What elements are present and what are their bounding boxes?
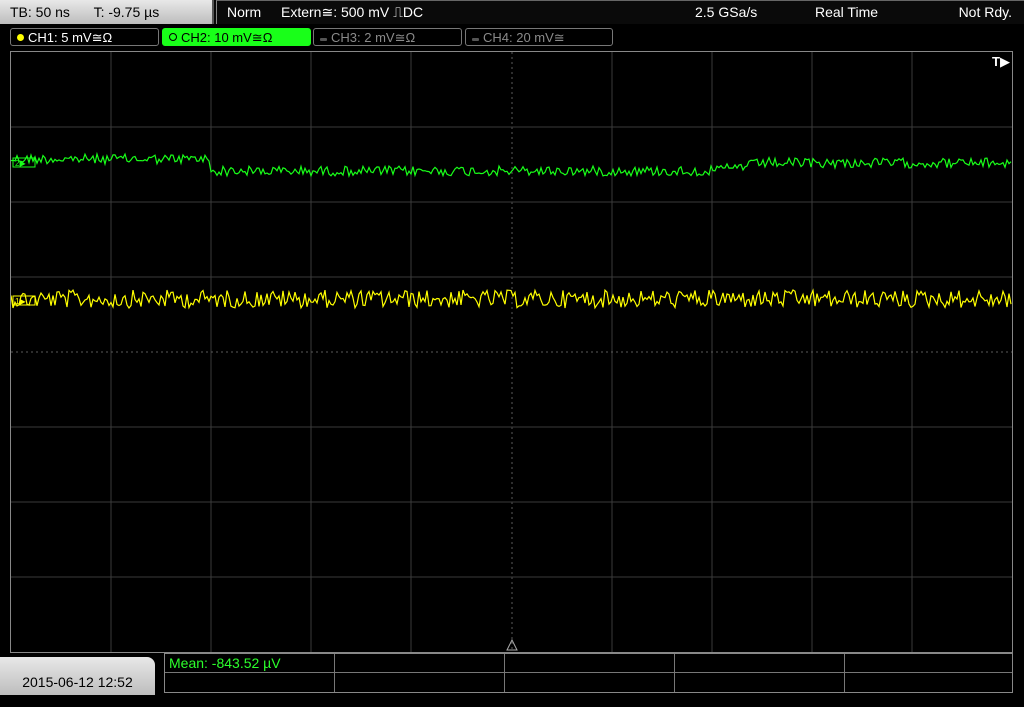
waveform-canvas: 2▶ 1▶	[11, 52, 1012, 652]
footer: 2015-06-12 12:52 Mean: -843.52 µV	[0, 653, 1024, 695]
ch2-ground-marker[interactable]: 2▶	[12, 157, 36, 168]
ch3-label: CH3: 2 mV≅Ω	[331, 30, 416, 45]
measurement-cell	[845, 673, 1012, 692]
sample-rate: 2.5 GSa/s	[695, 4, 758, 20]
measurement-cell	[335, 654, 505, 673]
ch3-indicator-icon	[320, 38, 327, 41]
waveform-display[interactable]: 2▶ 1▶	[10, 51, 1013, 653]
datetime-box: 2015-06-12 12:52	[0, 657, 155, 695]
measurement-cell	[675, 673, 845, 692]
svg-text:2▶: 2▶	[15, 159, 26, 168]
measurement-cell	[505, 673, 675, 692]
ch4-label: CH4: 20 mV≅	[483, 30, 565, 45]
measurement-table[interactable]: Mean: -843.52 µV	[164, 653, 1013, 693]
trigger-source: Extern≅: 500 mV ⎍DC	[281, 4, 424, 20]
measurement-cell	[675, 654, 845, 673]
measurement-cell	[335, 673, 505, 692]
channel-ch2[interactable]: CH2: 10 mV≅Ω	[162, 28, 311, 46]
ch1-indicator-icon	[17, 34, 24, 41]
ch1-label: CH1: 5 mV≅Ω	[28, 30, 113, 45]
status-bar: TB: 50 ns T: -9.75 µs Norm Extern≅: 500 …	[0, 0, 1024, 24]
ch4-indicator-icon	[472, 38, 479, 41]
trigger-level-marker[interactable]: T▶	[992, 54, 1010, 70]
measurement-cell	[845, 654, 1012, 673]
ch2-indicator-icon	[169, 33, 177, 41]
time-offset-value: T: -9.75 µs	[93, 4, 160, 20]
trigger-info[interactable]: Norm Extern≅: 500 mV ⎍DC 2.5 GSa/s Real …	[216, 0, 1024, 24]
measurement-cell	[505, 654, 675, 673]
ch1-trace	[11, 288, 1012, 310]
measurement-mean: Mean: -843.52 µV	[165, 654, 335, 673]
acquisition-status: Not Rdy.	[958, 4, 1012, 20]
channel-ch1[interactable]: CH1: 5 mV≅Ω	[10, 28, 159, 46]
timebase-box[interactable]: TB: 50 ns T: -9.75 µs	[0, 0, 214, 24]
trigger-mode: Norm	[227, 4, 262, 20]
measurement-cell	[165, 673, 335, 692]
ch2-label: CH2: 10 mV≅Ω	[181, 30, 273, 45]
datetime: 2015-06-12 12:52	[22, 674, 133, 690]
svg-text:1▶: 1▶	[15, 297, 26, 306]
graticule	[11, 52, 1012, 652]
ch2-trace	[11, 151, 1012, 179]
acquisition-mode: Real Time	[815, 4, 879, 20]
channel-ch3[interactable]: CH3: 2 mV≅Ω	[313, 28, 462, 46]
channel-ch4[interactable]: CH4: 20 mV≅	[465, 28, 613, 46]
channel-bar: CH1: 5 mV≅Ω CH2: 10 mV≅Ω CH3: 2 mV≅Ω CH4…	[0, 26, 1024, 48]
timebase-value: TB: 50 ns	[10, 4, 70, 20]
